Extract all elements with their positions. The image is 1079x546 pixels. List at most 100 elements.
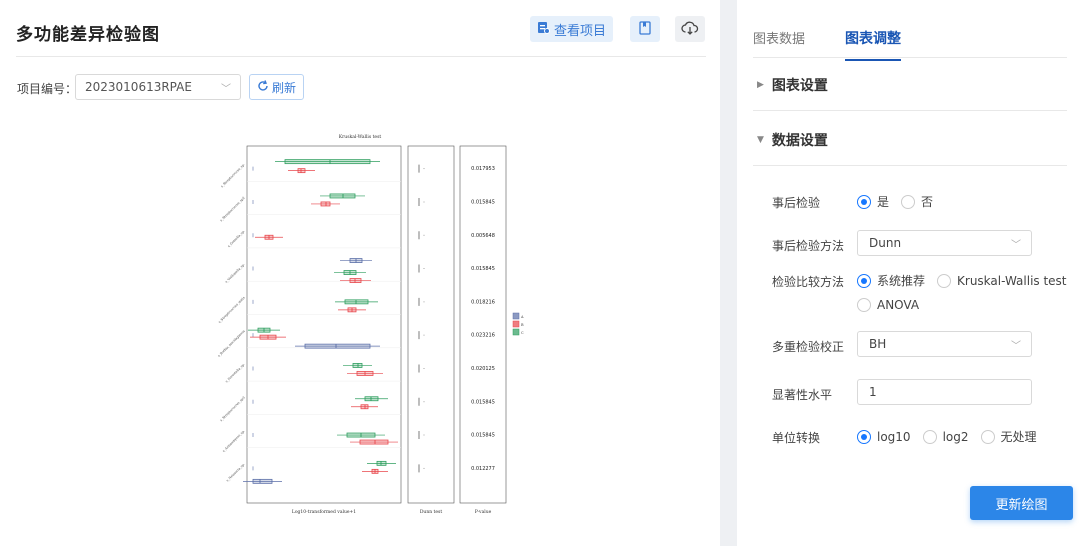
refresh-button[interactable]: 刷新 <box>249 74 304 100</box>
radio-icon <box>857 298 871 312</box>
posthoc-label: 事后检验 <box>772 196 821 210</box>
unit-log2-radio[interactable]: log2 <box>922 429 969 444</box>
chevron-down-icon: ﹀ <box>1011 341 1021 352</box>
view-project-button[interactable]: 查看项目 <box>530 16 613 42</box>
box <box>360 404 369 410</box>
data-settings-label: 数据设置 <box>771 133 828 149</box>
radio-icon <box>937 273 952 288</box>
posthoc-yes-radio[interactable]: 是 <box>857 193 889 210</box>
posthoc-radio-group: 是 否 <box>857 193 945 210</box>
box <box>344 299 369 305</box>
radio-selected-icon <box>857 273 871 288</box>
chart-settings-label: 图表设置 <box>771 78 828 94</box>
panel-divider <box>720 0 737 546</box>
box <box>352 363 363 368</box>
box <box>349 278 362 283</box>
correction-value: BH <box>869 337 887 351</box>
posthoc-method-value: Dunn <box>869 236 902 250</box>
pvalue-label: P-value <box>475 509 492 515</box>
unit-none-radio[interactable]: 无处理 <box>980 428 1037 445</box>
document-icon <box>537 21 550 38</box>
chevron-down-icon: ﹀ <box>1011 240 1021 251</box>
radio-icon <box>980 429 995 444</box>
p-value-label: 0.023216 <box>471 333 495 339</box>
p-value-label: 0.015845 <box>471 399 495 405</box>
chart-settings-section[interactable]: ▶ 图表设置 <box>757 75 828 95</box>
cloud-download-icon <box>681 20 699 39</box>
posthoc-method-select[interactable]: Dunn ﹀ <box>857 230 1032 256</box>
kruskal-chart: Kruskal-Wallis test s_Streptococcus_sp.s… <box>217 134 524 515</box>
box <box>329 193 356 199</box>
radio-selected-icon <box>857 429 871 444</box>
section-divider <box>753 110 1067 111</box>
radio-label: Kruskal-Wallis test <box>957 273 1067 288</box>
box <box>320 201 331 207</box>
radio-selected-icon <box>857 194 871 209</box>
y-tick-label: s_Prevotella_sp. <box>225 362 246 383</box>
alpha-input[interactable]: 1 <box>857 379 1032 405</box>
radio-label: 无处理 <box>1000 430 1037 444</box>
x-axis-label: Log10-transformed value+1 <box>292 509 356 515</box>
bookmark-icon <box>639 20 651 39</box>
tabs-divider <box>753 57 1067 58</box>
legend-label: C <box>521 331 524 335</box>
radio-label: ANOVA <box>877 298 920 312</box>
p-value-label: 0.015845 <box>471 433 495 439</box>
box <box>284 159 371 165</box>
posthoc-method-label: 事后检验方法 <box>772 239 845 253</box>
dunn-label: Dunn test <box>420 509 443 515</box>
dunn-dot <box>423 268 425 270</box>
dunn-dot <box>423 301 425 303</box>
dunn-dot <box>423 467 425 469</box>
y-tick-label: s_Actinomyces_sp. <box>222 429 246 453</box>
legend: ABC <box>512 312 524 336</box>
p-value-label: 0.015845 <box>471 266 495 272</box>
y-labels: s_Streptococcus_sp. s_Streptococcus_sp2 s_… <box>217 163 246 483</box>
data-settings-section[interactable]: ▼ 数据设置 <box>757 130 828 150</box>
radio-label: 否 <box>921 195 934 209</box>
compare-recommend-radio[interactable]: 系统推荐 <box>857 272 925 289</box>
project-value: 2023010613RPAE <box>85 80 192 94</box>
posthoc-no-radio[interactable]: 否 <box>901 193 933 210</box>
chevron-down-icon: ﹀ <box>221 84 231 95</box>
p-value-label: 0.012277 <box>471 466 495 472</box>
project-select[interactable]: 2023010613RPAE ﹀ <box>75 74 241 100</box>
caret-down-icon: ▼ <box>757 135 764 145</box>
p-value-label: 0.015845 <box>471 199 495 205</box>
refresh-icon <box>257 79 269 95</box>
y-tick-label: s_Rothia_mucilaginosa <box>217 329 246 358</box>
y-tick-label: s_Streptococcus_sp. <box>220 163 246 189</box>
download-button[interactable] <box>675 16 705 42</box>
dunn-dot <box>423 401 425 403</box>
y-tick-label: s_Streptococcus_sp3 <box>219 396 246 423</box>
settings-panel: 图表数据 图表调整 ▶ 图表设置 ▼ 数据设置 事后检验 是 否 事后检验方法 … <box>737 0 1079 546</box>
y-tick-label: s_Veillonella_sp. <box>224 262 245 283</box>
radio-icon <box>901 194 916 209</box>
compare-method-radio-group: 系统推荐 Kruskal-Wallis test <box>857 272 1079 289</box>
box <box>304 343 371 349</box>
unit-log10-radio[interactable]: log10 <box>857 429 911 444</box>
alpha-label: 显著性水平 <box>772 388 833 402</box>
y-tick-label: s_Streptococcus_sp2 <box>219 196 246 223</box>
update-plot-button[interactable]: 更新绘图 <box>970 486 1073 520</box>
plot-panel-1 <box>246 145 402 504</box>
page-title: 多功能差异检验图 <box>16 25 160 45</box>
dunn-dot <box>423 367 425 369</box>
correction-select[interactable]: BH ﹀ <box>857 331 1032 357</box>
dunn-dot <box>423 234 425 236</box>
p-value-label: 0.018216 <box>471 299 495 305</box>
radio-label: 系统推荐 <box>877 274 926 288</box>
y-tick-label: s_Gemella_sp. <box>227 229 246 248</box>
unit-radio-group: log10 log2 无处理 <box>857 428 1049 445</box>
p-value-label: 0.020125 <box>471 366 495 372</box>
compare-kruskal-radio[interactable]: Kruskal-Wallis test <box>937 273 1067 288</box>
bookmark-button[interactable] <box>630 16 660 42</box>
legend-swatch <box>512 328 520 336</box>
refresh-label: 刷新 <box>271 80 296 95</box>
legend-swatch <box>512 320 520 328</box>
dunn-dot <box>423 201 425 203</box>
radio-icon <box>922 429 937 444</box>
radio-label: 是 <box>877 195 890 209</box>
compare-anova-radio[interactable]: ANOVA <box>857 298 919 312</box>
legend-label: A <box>520 315 524 319</box>
